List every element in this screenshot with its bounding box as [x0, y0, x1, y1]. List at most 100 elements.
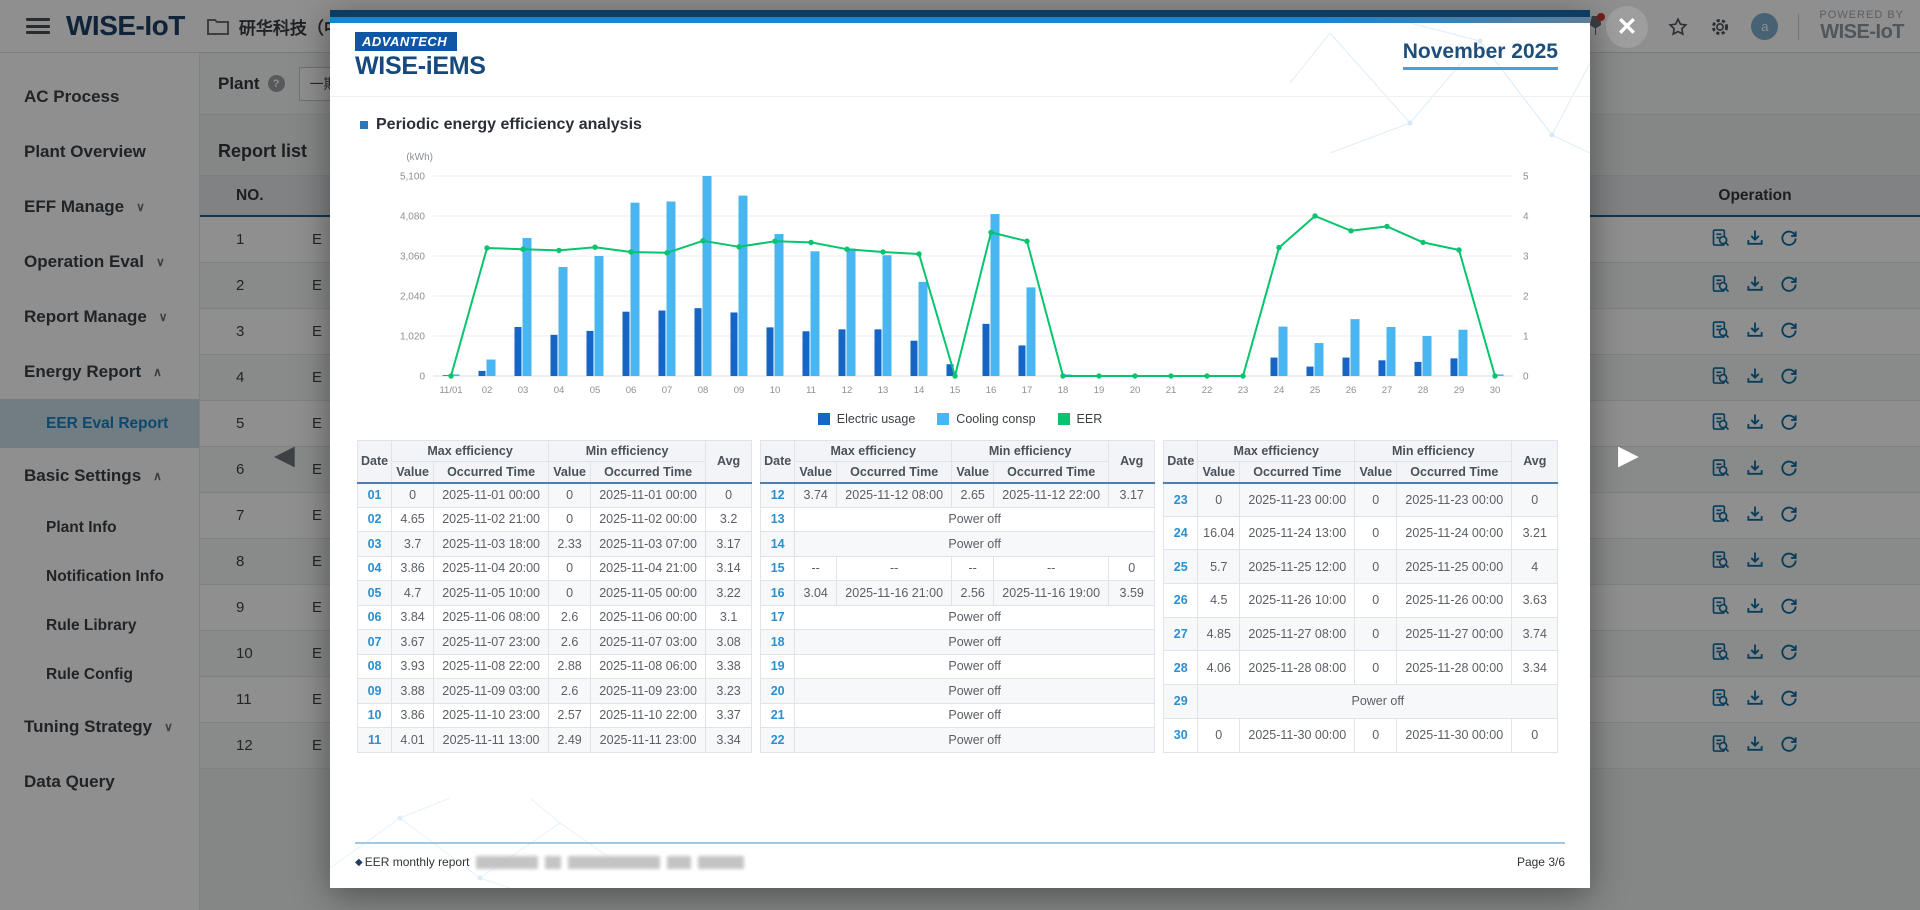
chart-legend: Electric usageCooling conspEER	[330, 412, 1590, 426]
eff-row-05: 054.72025-11-05 10:0002025-11-05 00:003.…	[358, 581, 752, 606]
eff-row-01: 0102025-11-01 00:0002025-11-01 00:000	[358, 483, 752, 508]
svg-text:12: 12	[842, 385, 853, 396]
report-period: November 2025	[1403, 40, 1558, 70]
col-date: Date	[358, 441, 392, 483]
svg-text:15: 15	[950, 385, 961, 396]
modal-footer: ◆ EER monthly report Page 3/6	[355, 842, 1565, 869]
col-max-time: Occurred Time	[434, 462, 549, 483]
svg-text:29: 29	[1454, 385, 1465, 396]
square-bullet-icon	[360, 121, 368, 129]
svg-text:4: 4	[1523, 212, 1529, 223]
wise-iems-logo: WISE-iEMS	[355, 52, 486, 81]
svg-text:22: 22	[1202, 385, 1213, 396]
eff-row-15: 15--------0	[761, 556, 1155, 581]
eff-row-17: 17Power off	[761, 605, 1155, 630]
eer-report-modal: ADVANTECH WISE-iEMS November 2025 Period…	[330, 10, 1590, 888]
col-avg: Avg	[1512, 441, 1558, 483]
eff-row-06: 063.842025-11-06 08:002.62025-11-06 00:0…	[358, 605, 752, 630]
col-max-time: Occurred Time	[1240, 462, 1355, 483]
advantech-logo: ADVANTECH	[355, 32, 457, 51]
svg-text:13: 13	[878, 385, 889, 396]
page-indicator: Page 3/6	[1517, 855, 1565, 869]
svg-text:02: 02	[482, 385, 493, 396]
svg-text:0: 0	[419, 372, 425, 383]
svg-text:18: 18	[1058, 385, 1069, 396]
svg-text:4,080: 4,080	[400, 212, 425, 223]
efficiency-table-3: DateMax efficiencyMin efficiencyAvgValue…	[1163, 440, 1558, 753]
eff-row-30: 3002025-11-30 00:0002025-11-30 00:000	[1164, 718, 1558, 752]
next-page-arrow[interactable]: ▶	[1618, 440, 1639, 471]
svg-text:14: 14	[914, 385, 925, 396]
col-min-efficiency: Min efficiency	[549, 441, 706, 462]
svg-text:11: 11	[806, 385, 816, 396]
eff-row-02: 024.652025-11-02 21:0002025-11-02 00:003…	[358, 507, 752, 532]
svg-text:1: 1	[1523, 332, 1529, 343]
eff-row-12: 123.742025-11-12 08:002.652025-11-12 22:…	[761, 483, 1155, 508]
modal-top-stripe-dark	[330, 10, 1590, 17]
col-avg: Avg	[1109, 441, 1155, 483]
efficiency-table-2: DateMax efficiencyMin efficiencyAvgValue…	[760, 440, 1155, 753]
svg-text:10: 10	[770, 385, 781, 396]
col-max-efficiency: Max efficiency	[392, 441, 549, 462]
svg-text:2,040: 2,040	[400, 292, 425, 303]
svg-text:26: 26	[1346, 385, 1357, 396]
col-max-value: Value	[1198, 462, 1240, 483]
footer-report-label: ◆ EER monthly report	[355, 855, 744, 869]
legend-electric-usage: Electric usage	[818, 412, 916, 426]
svg-text:0: 0	[1523, 372, 1529, 383]
eff-row-13: 13Power off	[761, 507, 1155, 532]
svg-text:06: 06	[626, 385, 637, 396]
svg-text:(kWh): (kWh)	[406, 152, 433, 163]
section-title: Periodic energy efficiency analysis	[360, 116, 642, 134]
col-min-efficiency: Min efficiency	[1355, 441, 1512, 462]
legend-eer: EER	[1058, 412, 1103, 426]
svg-text:11/01: 11/01	[439, 385, 462, 396]
eff-row-14: 14Power off	[761, 532, 1155, 557]
svg-text:03: 03	[518, 385, 529, 396]
svg-text:07: 07	[662, 385, 673, 396]
eff-row-10: 103.862025-11-10 23:002.572025-11-10 22:…	[358, 703, 752, 728]
prev-page-arrow[interactable]: ◀	[274, 440, 295, 471]
svg-text:1,020: 1,020	[400, 332, 425, 343]
svg-text:3,060: 3,060	[400, 252, 425, 263]
col-min-value: Value	[1355, 462, 1397, 483]
eff-row-29: 29Power off	[1164, 685, 1558, 719]
col-min-time: Occurred Time	[591, 462, 706, 483]
svg-text:21: 21	[1166, 385, 1177, 396]
header-separator	[330, 96, 1590, 97]
eff-row-22: 22Power off	[761, 728, 1155, 753]
col-max-efficiency: Max efficiency	[795, 441, 952, 462]
svg-text:04: 04	[554, 385, 565, 396]
svg-text:27: 27	[1382, 385, 1393, 396]
eff-row-25: 255.72025-11-25 12:0002025-11-25 00:004	[1164, 550, 1558, 584]
efficiency-tables: DateMax efficiencyMin efficiencyAvgValue…	[357, 440, 1558, 753]
close-icon[interactable]: ✕	[1606, 6, 1648, 48]
eff-row-16: 163.042025-11-16 21:002.562025-11-16 19:…	[761, 581, 1155, 606]
eff-row-19: 19Power off	[761, 654, 1155, 679]
col-min-time: Occurred Time	[1397, 462, 1512, 483]
eff-row-18: 18Power off	[761, 630, 1155, 655]
svg-text:5,100: 5,100	[400, 172, 425, 183]
svg-text:2: 2	[1523, 292, 1529, 303]
svg-text:25: 25	[1310, 385, 1321, 396]
eff-row-08: 083.932025-11-08 22:002.882025-11-08 06:…	[358, 654, 752, 679]
eer-chart: (kWh)001,02012,04023,06034,08045,100511/…	[375, 148, 1545, 416]
eff-row-20: 20Power off	[761, 679, 1155, 704]
eff-row-28: 284.062025-11-28 08:0002025-11-28 00:003…	[1164, 651, 1558, 685]
svg-text:5: 5	[1523, 172, 1529, 183]
svg-text:08: 08	[698, 385, 709, 396]
eff-row-26: 264.52025-11-26 10:0002025-11-26 00:003.…	[1164, 584, 1558, 618]
col-max-value: Value	[795, 462, 837, 483]
col-min-time: Occurred Time	[994, 462, 1109, 483]
modal-top-stripe-blue	[330, 17, 1590, 23]
col-max-value: Value	[392, 462, 434, 483]
col-avg: Avg	[706, 441, 752, 483]
svg-text:17: 17	[1022, 385, 1033, 396]
eff-row-21: 21Power off	[761, 703, 1155, 728]
col-date: Date	[1164, 441, 1198, 483]
eff-row-03: 033.72025-11-03 18:002.332025-11-03 07:0…	[358, 532, 752, 557]
eff-row-24: 2416.042025-11-24 13:0002025-11-24 00:00…	[1164, 516, 1558, 550]
col-max-time: Occurred Time	[837, 462, 952, 483]
svg-text:05: 05	[590, 385, 601, 396]
col-date: Date	[761, 441, 795, 483]
